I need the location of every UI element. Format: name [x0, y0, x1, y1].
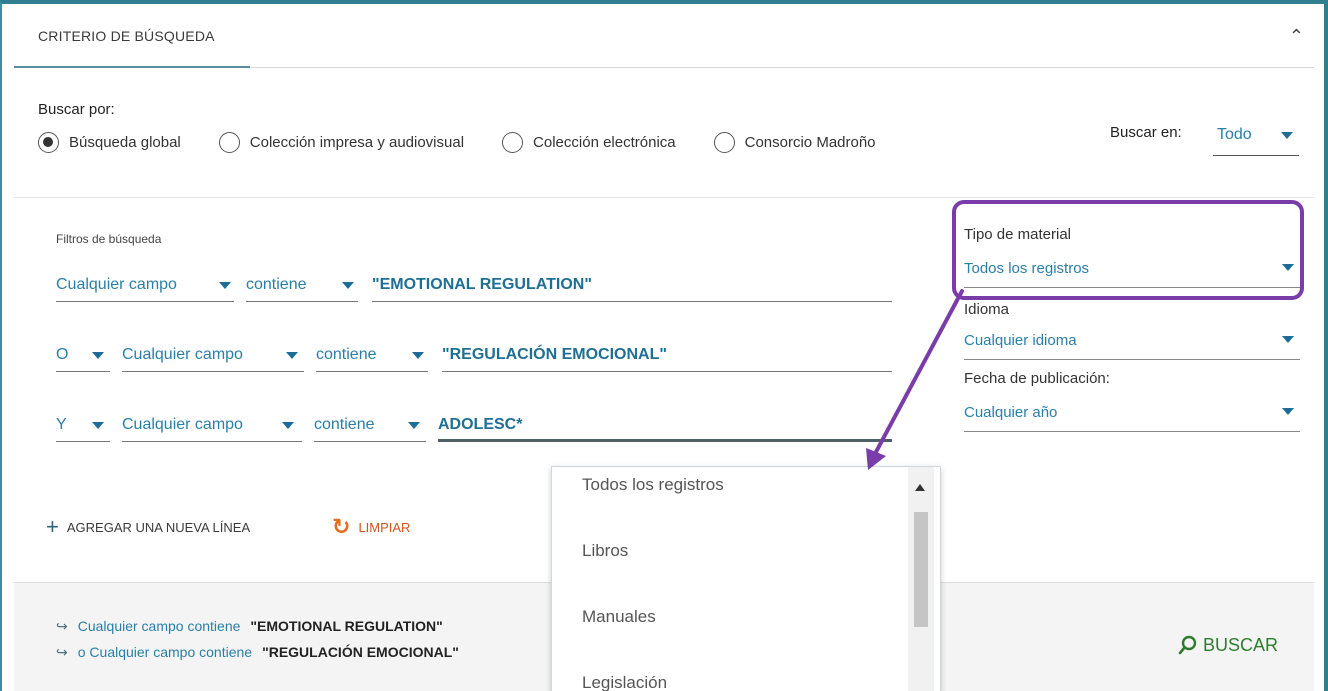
annotation-arrow: [866, 289, 964, 470]
arrow-line: [874, 289, 964, 454]
search-panel: CRITERIO DE BÚSQUEDA ⌃ Buscar por: Búsqu…: [0, 0, 1328, 691]
